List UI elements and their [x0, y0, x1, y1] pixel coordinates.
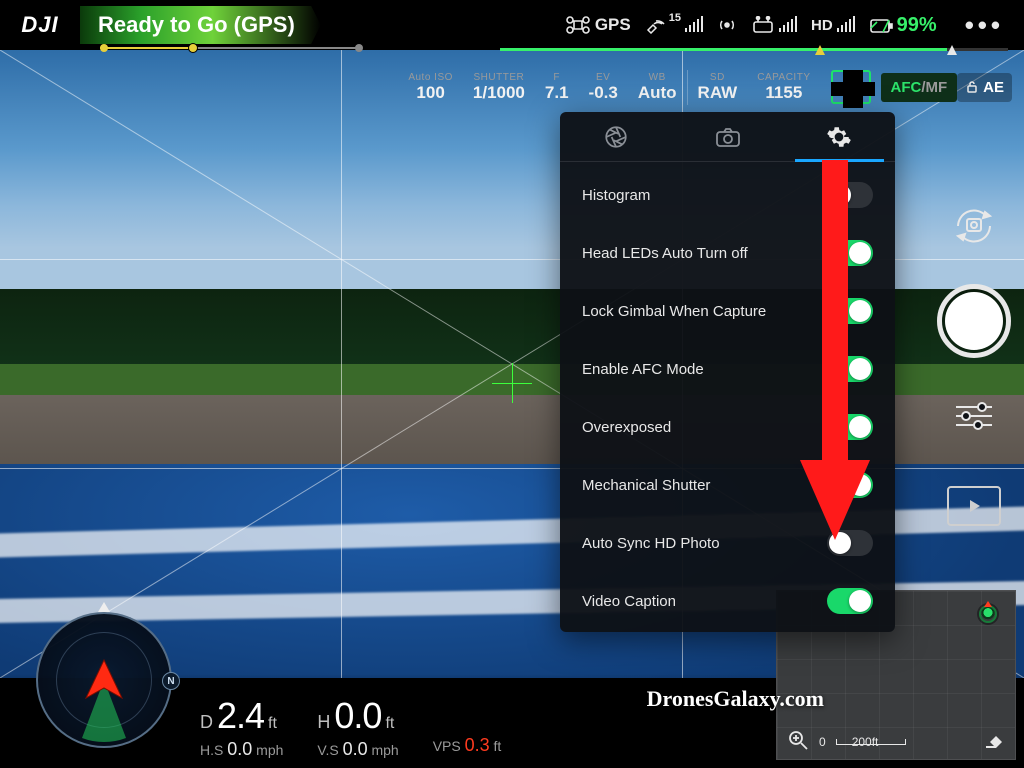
battery-percentage: 99% — [897, 14, 937, 37]
attitude-radar[interactable]: N — [24, 600, 184, 760]
hd-label: HD — [811, 17, 833, 34]
distance-readout: D2.4ft H.S 0.0 mph — [200, 695, 283, 760]
settings-row-label: Histogram — [582, 187, 650, 204]
minimap-drone-icon — [979, 605, 997, 623]
tab-aperture[interactable] — [560, 112, 672, 161]
flight-mode-icon[interactable]: GPS — [565, 15, 631, 35]
photo-video-switch-icon[interactable] — [948, 200, 1000, 252]
format-readout[interactable]: SDRAW — [687, 70, 748, 105]
hd-bars-icon — [837, 18, 855, 32]
dji-logo[interactable]: DJI — [0, 12, 80, 38]
settings-row-video-caption[interactable]: Video Caption — [560, 572, 895, 630]
hd-link[interactable]: HD — [811, 17, 855, 34]
capacity-readout[interactable]: CAPACITY1155 — [747, 70, 820, 105]
afc-mf-toggle[interactable]: AFC/MF — [881, 73, 958, 102]
center-crosshair-icon — [492, 363, 532, 403]
annotation-arrow — [800, 160, 870, 540]
battery-indicator[interactable]: 99% — [869, 14, 937, 37]
settings-row-label: Enable AFC Mode — [582, 361, 704, 378]
rc-signal-icon[interactable] — [717, 17, 737, 33]
height-readout: H0.0ft V.S 0.0 mph — [317, 695, 398, 760]
wb-readout[interactable]: WBAuto — [628, 70, 687, 105]
watermark: DronesGalaxy.com — [647, 686, 824, 712]
settings-row-label: Mechanical Shutter — [582, 477, 710, 494]
settings-row-label: Video Caption — [582, 593, 676, 610]
minimap-scale: 0200ft — [819, 735, 878, 749]
aperture-readout[interactable]: F7.1 — [535, 70, 579, 105]
settings-row-label: Head LEDs Auto Turn off — [582, 245, 748, 262]
controller-bars-icon — [779, 18, 797, 32]
settings-tabs — [560, 112, 895, 162]
top-status-bar: DJI Ready to Go (GPS) GPS 15 — [0, 0, 1024, 50]
satellite-bars-icon — [685, 18, 703, 32]
vps-readout: VPS 0.3 ft — [433, 733, 502, 756]
ev-readout[interactable]: EV-0.3 — [579, 70, 628, 105]
controller-icon[interactable] — [751, 16, 797, 34]
settings-row-label: Overexposed — [582, 419, 671, 436]
playback-button[interactable] — [947, 486, 1001, 526]
satellite-count: 15 — [669, 12, 681, 24]
ae-lock-button[interactable]: AE — [957, 73, 1012, 102]
tab-gear[interactable] — [783, 112, 895, 161]
settings-toggle[interactable] — [827, 588, 873, 614]
minimap-clear-button[interactable] — [981, 727, 1007, 753]
settings-row-label: Auto Sync HD Photo — [582, 535, 720, 552]
gps-label: GPS — [595, 15, 631, 35]
right-rail — [930, 200, 1018, 526]
minimap-zoom-button[interactable] — [785, 727, 811, 753]
exposure-strip: Auto ISO100 SHUTTER1/1000 F7.1 EV-0.3 WB… — [398, 64, 1012, 110]
focus-frame-icon[interactable] — [821, 68, 881, 106]
battery-timeline — [500, 48, 1008, 51]
takeoff-sequence — [100, 44, 360, 52]
camera-settings-button[interactable] — [948, 390, 1000, 442]
iso-readout[interactable]: Auto ISO100 — [398, 70, 463, 105]
shutter-button[interactable] — [937, 284, 1011, 358]
general-settings-button[interactable]: ••• — [951, 10, 1018, 41]
tab-camera[interactable] — [672, 112, 784, 161]
satellite-signal[interactable]: 15 — [645, 16, 703, 34]
north-badge: N — [162, 672, 180, 690]
settings-row-label: Lock Gimbal When Capture — [582, 303, 766, 320]
shutter-readout[interactable]: SHUTTER1/1000 — [463, 70, 535, 105]
flight-status-badge[interactable]: Ready to Go (GPS) — [80, 6, 321, 44]
